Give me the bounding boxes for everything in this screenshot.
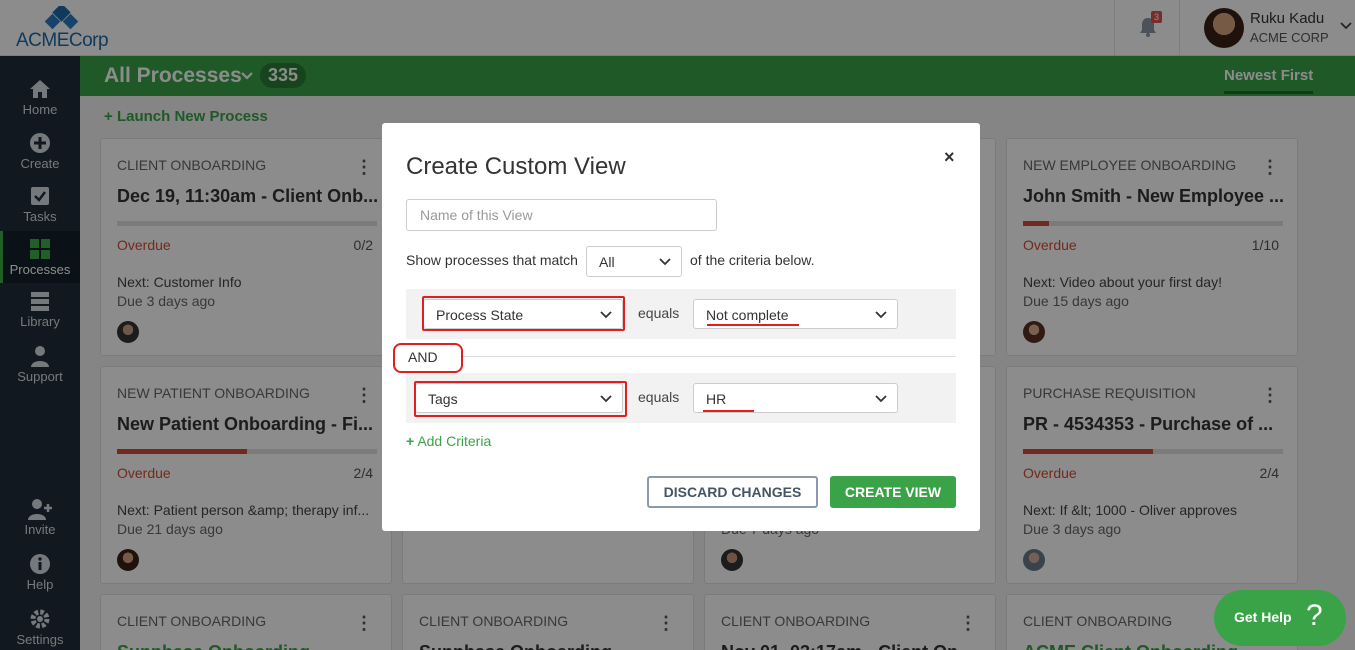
annotation-underline bbox=[703, 410, 754, 412]
add-criteria-label: Add Criteria bbox=[417, 433, 492, 449]
match-select-value: All bbox=[599, 254, 615, 270]
divider bbox=[406, 356, 956, 357]
criteria-value-select[interactable]: HR bbox=[693, 383, 898, 413]
chevron-down-icon bbox=[875, 395, 887, 403]
criteria-value: HR bbox=[706, 391, 727, 407]
dialog-title: Create Custom View bbox=[406, 153, 626, 180]
create-custom-view-dialog: Create Custom View × Show processes that… bbox=[382, 123, 980, 531]
discard-changes-button[interactable]: DISCARD CHANGES bbox=[647, 476, 818, 508]
match-suffix-text: of the criteria below. bbox=[690, 252, 815, 268]
match-prefix-text: Show processes that match bbox=[406, 252, 578, 268]
add-criteria-link[interactable]: + Add Criteria bbox=[406, 433, 491, 449]
chevron-down-icon bbox=[875, 311, 887, 319]
get-help-label: Get Help bbox=[1234, 609, 1292, 625]
view-name-input[interactable] bbox=[406, 199, 717, 231]
criteria-row: Process State equals Not complete bbox=[406, 289, 956, 339]
conjunction-label[interactable]: AND bbox=[408, 349, 438, 365]
annotation-underline bbox=[707, 324, 799, 326]
match-select[interactable]: All bbox=[586, 246, 682, 277]
annotation-highlight bbox=[422, 296, 625, 331]
criteria-value: Not complete bbox=[706, 307, 789, 323]
create-view-button[interactable]: CREATE VIEW bbox=[830, 476, 956, 508]
criteria-operator: equals bbox=[638, 389, 680, 405]
criteria-operator: equals bbox=[638, 305, 680, 321]
get-help-button[interactable]: Get Help ? bbox=[1214, 590, 1346, 646]
chevron-down-icon bbox=[659, 258, 671, 266]
close-icon[interactable]: × bbox=[944, 147, 955, 168]
annotation-highlight bbox=[414, 381, 627, 417]
question-icon: ? bbox=[1306, 599, 1323, 632]
criteria-row: Tags equals HR bbox=[406, 373, 956, 423]
